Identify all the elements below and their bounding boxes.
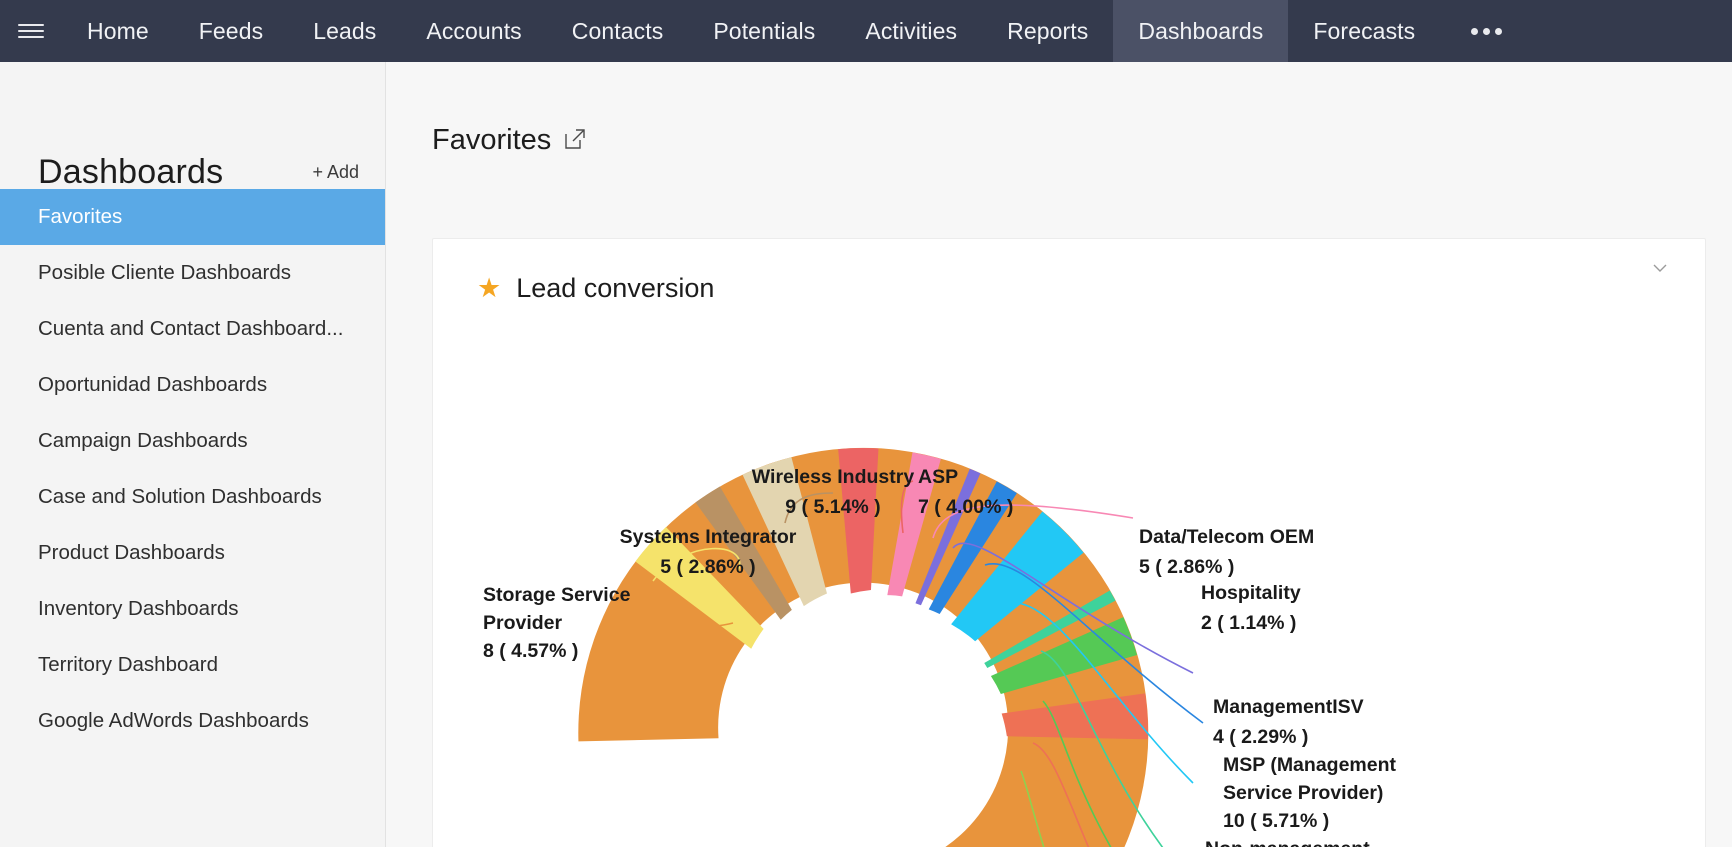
nav-tab-activities[interactable]: Activities (840, 0, 982, 62)
ellipsis-dot (1482, 27, 1490, 35)
sidebar-item-posible-cliente[interactable]: Posible Cliente Dashboards (0, 245, 385, 301)
sidebar-item-product[interactable]: Product Dashboards (0, 525, 385, 581)
sidebar-item-inventory[interactable]: Inventory Dashboards (0, 581, 385, 637)
main-header: Favorites (386, 62, 1732, 174)
label-msp-value: 10 ( 5.71% ) (1223, 810, 1329, 832)
ellipsis-icon[interactable] (1440, 0, 1532, 62)
nav-tab-potentials[interactable]: Potentials (688, 0, 840, 62)
top-navigation-bar: Home Feeds Leads Accounts Contacts Poten… (0, 0, 1732, 62)
page-title: Favorites (432, 123, 552, 156)
label-asp-value: 7 ( 4.00% ) (918, 496, 1013, 518)
dashboards-sidebar: Dashboards + Add Favorites Posible Clien… (0, 62, 386, 847)
page-body: Dashboards + Add Favorites Posible Clien… (0, 62, 1732, 847)
sidebar-item-territory[interactable]: Territory Dashboard (0, 637, 385, 693)
label-non-management-isv-name1: Non-management (1205, 838, 1370, 847)
label-storage-service-value: 8 ( 4.57% ) (483, 640, 578, 662)
label-data-telecom-oem-name: Data/Telecom OEM (1139, 526, 1314, 548)
hamburger-bar (18, 30, 44, 32)
hamburger-bar (18, 24, 44, 26)
label-hospitality-name: Hospitality (1201, 582, 1301, 604)
dashboard-card: ★ Lead conversion Wireless Industry 9 (… (432, 238, 1706, 847)
label-management-isv-name: ManagementISV (1213, 696, 1364, 718)
label-storage-service-name1: Storage Service (483, 584, 631, 606)
label-wireless-industry-value: 9 ( 5.14% ) (785, 496, 880, 518)
label-management-isv-value: 4 ( 2.29% ) (1213, 726, 1308, 748)
nav-tab-accounts[interactable]: Accounts (401, 0, 546, 62)
sidebar-item-case-and-solution[interactable]: Case and Solution Dashboards (0, 469, 385, 525)
sidebar-item-cuenta-and-contact[interactable]: Cuenta and Contact Dashboard... (0, 301, 385, 357)
hamburger-bar (18, 36, 44, 38)
add-dashboard-button[interactable]: + Add (312, 162, 359, 189)
card-header: ★ Lead conversion (433, 239, 1705, 304)
star-icon[interactable]: ★ (477, 275, 501, 302)
chevron-down-icon[interactable] (1645, 253, 1675, 283)
sidebar-item-favorites[interactable]: Favorites (0, 189, 385, 245)
label-systems-integrator-name: Systems Integrator (620, 526, 797, 548)
ellipsis-dot (1494, 27, 1502, 35)
lead-conversion-chart: Wireless Industry 9 ( 5.14% ) Systems In… (433, 303, 1705, 847)
nav-tab-feeds[interactable]: Feeds (174, 0, 288, 62)
label-systems-integrator-value: 5 ( 2.86% ) (660, 556, 755, 578)
hamburger-menu-icon[interactable] (0, 0, 62, 62)
label-asp-name: ASP (918, 466, 958, 488)
main-content: Favorites ★ Lead conversion Wireless Ind… (386, 62, 1732, 847)
nav-tab-contacts[interactable]: Contacts (547, 0, 689, 62)
chart-title: Lead conversion (516, 273, 715, 303)
sidebar-item-oportunidad[interactable]: Oportunidad Dashboards (0, 357, 385, 413)
sidebar-title: Dashboards (38, 153, 224, 191)
nav-tab-forecasts[interactable]: Forecasts (1288, 0, 1440, 62)
label-wireless-industry-name: Wireless Industry (752, 466, 915, 488)
label-msp-name1: MSP (Management (1223, 754, 1397, 776)
ellipsis-dot (1470, 27, 1478, 35)
sidebar-item-google-adwords[interactable]: Google AdWords Dashboards (0, 693, 385, 749)
nav-tab-leads[interactable]: Leads (288, 0, 401, 62)
label-storage-service-name2: Provider (483, 612, 563, 634)
sidebar-item-campaign[interactable]: Campaign Dashboards (0, 413, 385, 469)
nav-tab-reports[interactable]: Reports (982, 0, 1113, 62)
label-hospitality-value: 2 ( 1.14% ) (1201, 612, 1296, 634)
sidebar-header: Dashboards + Add (0, 62, 385, 189)
nav-tab-home[interactable]: Home (62, 0, 174, 62)
label-data-telecom-oem-value: 5 ( 2.86% ) (1139, 556, 1234, 578)
external-link-icon[interactable] (563, 127, 587, 156)
label-msp-name2: Service Provider) (1223, 782, 1383, 804)
donut-chart-svg[interactable]: Wireless Industry 9 ( 5.14% ) Systems In… (433, 303, 1693, 847)
nav-tab-dashboards[interactable]: Dashboards (1113, 0, 1289, 62)
